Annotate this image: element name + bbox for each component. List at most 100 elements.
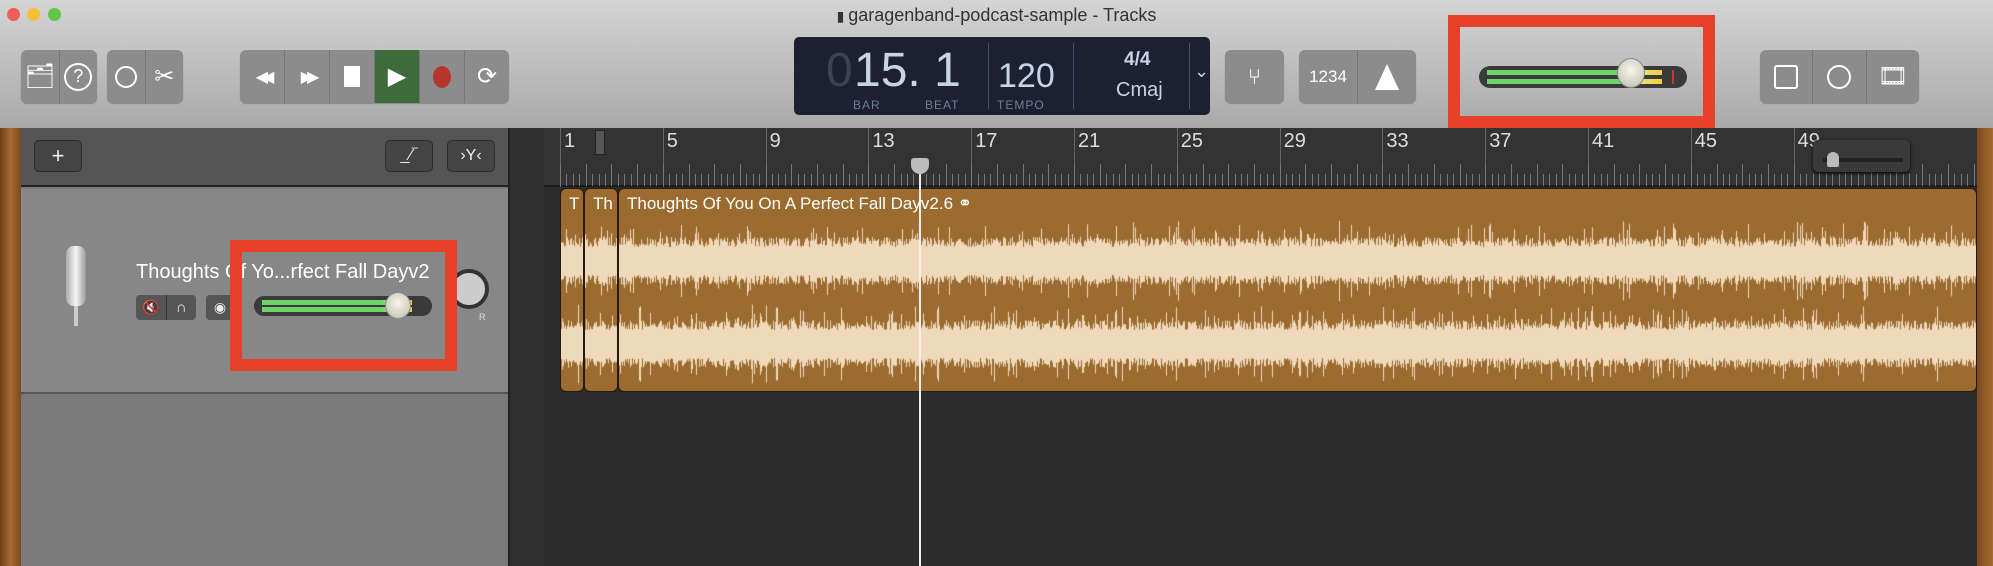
- zoom-slider[interactable]: [1813, 140, 1910, 172]
- ruler-tick: [675, 174, 677, 186]
- help-icon: ?: [64, 62, 93, 91]
- audio-region[interactable]: Th: [584, 188, 618, 392]
- ruler-tick: [1697, 174, 1699, 186]
- ruler-tick: [1279, 164, 1281, 186]
- ruler-tick: [1035, 174, 1037, 186]
- stop-button[interactable]: [330, 50, 375, 103]
- ruler-tick: [1144, 174, 1146, 186]
- ruler-tick: [1112, 174, 1114, 186]
- tuner-button[interactable]: ⑂: [1225, 50, 1284, 103]
- ruler-tick: [1677, 174, 1679, 186]
- lcd-dropdown-chevron-icon[interactable]: ⌄: [1194, 61, 1209, 82]
- ruler-tick: [1189, 174, 1191, 186]
- cycle-icon: ⟳: [476, 63, 498, 90]
- ruler-tick: [1074, 164, 1075, 186]
- ruler-tick: [1131, 174, 1133, 186]
- timeline-ruler[interactable]: 1 5 9 13 17 21 25 29 33 37 41 45 49: [544, 128, 1977, 187]
- ruler-tick: [1722, 174, 1724, 186]
- editors-button[interactable]: ✂: [146, 50, 184, 103]
- ruler-tick: [1915, 174, 1917, 186]
- mute-button[interactable]: 🔇: [136, 295, 167, 320]
- automation-button[interactable]: _∕‾: [385, 140, 433, 172]
- library-button[interactable]: 🗂: [21, 50, 60, 103]
- region-name: Th: [593, 194, 613, 213]
- panel-divider[interactable]: [508, 128, 544, 566]
- ruler-tick: [746, 174, 748, 186]
- ruler-tick: [1581, 174, 1583, 186]
- ruler-label: 13: [872, 130, 895, 152]
- ruler-tick: [1613, 164, 1615, 186]
- notepad-button[interactable]: [1760, 50, 1814, 103]
- smart-controls-filter-button[interactable]: ›Y‹: [447, 140, 495, 172]
- ruler-label: 1: [564, 130, 576, 152]
- ruler-tick: [1427, 174, 1429, 186]
- ruler-tick: [1594, 174, 1596, 186]
- ruler-tick: [1491, 174, 1493, 186]
- ruler-tick: [1588, 164, 1589, 186]
- ruler-tick: [592, 174, 594, 186]
- mute-icon: 🔇: [142, 299, 160, 315]
- ruler-tick: [1838, 174, 1840, 186]
- smart-controls-button[interactable]: [107, 50, 146, 103]
- ruler-tick: [1196, 174, 1198, 186]
- ruler-tick: [971, 164, 973, 186]
- ruler-tick: [1260, 174, 1262, 186]
- track-header[interactable]: Thoughts Of Yo...rfect Fall Dayv2 🔇 ∩ ◉ …: [21, 189, 508, 394]
- audio-region[interactable]: T: [560, 188, 584, 392]
- zoom-slider-thumb[interactable]: [1827, 152, 1839, 167]
- tuning-fork-icon: ⑂: [1247, 63, 1262, 89]
- scissors-icon: ✂: [154, 63, 175, 90]
- ruler-tick: [1639, 164, 1641, 186]
- ruler-tick: [1324, 174, 1326, 186]
- loop-browser-button[interactable]: [1813, 50, 1867, 103]
- help-button[interactable]: ?: [60, 50, 98, 103]
- ruler-label: 45: [1694, 130, 1718, 152]
- lcd-display[interactable]: 0 15. 1 BAR BEAT 120 TEMPO 4/4 Cmaj ⌄: [794, 37, 1210, 115]
- media-browser-button[interactable]: 🎞: [1867, 50, 1919, 103]
- metronome-button[interactable]: [1358, 50, 1416, 103]
- media-icon: 🎞: [1877, 63, 1909, 90]
- ruler-tick: [1774, 174, 1776, 186]
- playhead[interactable]: [918, 158, 921, 566]
- record-button[interactable]: [420, 50, 465, 103]
- ruler-tick: [1934, 174, 1936, 186]
- ruler-tick: [842, 164, 844, 186]
- ruler-tick: [1176, 164, 1178, 186]
- play-button[interactable]: ▶: [375, 50, 420, 103]
- rewind-icon: ◀◀: [255, 68, 274, 86]
- ruler-tick: [939, 174, 941, 186]
- ruler-tick: [1600, 174, 1602, 186]
- audio-region[interactable]: Thoughts Of You On A Perfect Fall Dayv2.…: [618, 188, 1977, 392]
- waveform: [619, 189, 1976, 391]
- count-in-button[interactable]: 1234: [1299, 50, 1358, 103]
- ruler-tick: [682, 174, 684, 186]
- ruler-tick: [1350, 174, 1352, 186]
- add-track-button[interactable]: +: [34, 140, 82, 172]
- ruler-tick: [1093, 174, 1095, 186]
- ruler-tick: [836, 174, 838, 186]
- headphones-button[interactable]: ∩: [167, 295, 197, 320]
- ruler-tick: [906, 174, 908, 186]
- rewind-button[interactable]: ◀◀: [240, 50, 285, 103]
- ruler-tick: [1061, 174, 1063, 186]
- ruler-tick: [984, 174, 986, 186]
- ruler-tick: [1086, 174, 1088, 186]
- ruler-tick: [996, 164, 998, 186]
- cycle-button[interactable]: ⟳: [465, 50, 509, 103]
- ruler-tick: [1498, 174, 1500, 186]
- ruler-tick: [1568, 174, 1570, 186]
- ruler-tick: [778, 174, 780, 186]
- ruler-tick: [1832, 174, 1834, 186]
- ruler-tick: [1356, 164, 1358, 186]
- ruler-tick: [1420, 174, 1422, 186]
- ruler-tick: [1812, 174, 1814, 186]
- ruler-tick: [1298, 174, 1300, 186]
- ruler-tick: [1022, 164, 1024, 186]
- count-in-label: 1234: [1309, 66, 1347, 86]
- forward-button[interactable]: ▶▶: [285, 50, 330, 103]
- cycle-region-marker[interactable]: [595, 130, 605, 155]
- ruler-tick: [1241, 174, 1243, 186]
- ruler-tick: [1273, 174, 1275, 186]
- playhead-handle[interactable]: [910, 158, 929, 174]
- ruler-tick: [1453, 174, 1455, 186]
